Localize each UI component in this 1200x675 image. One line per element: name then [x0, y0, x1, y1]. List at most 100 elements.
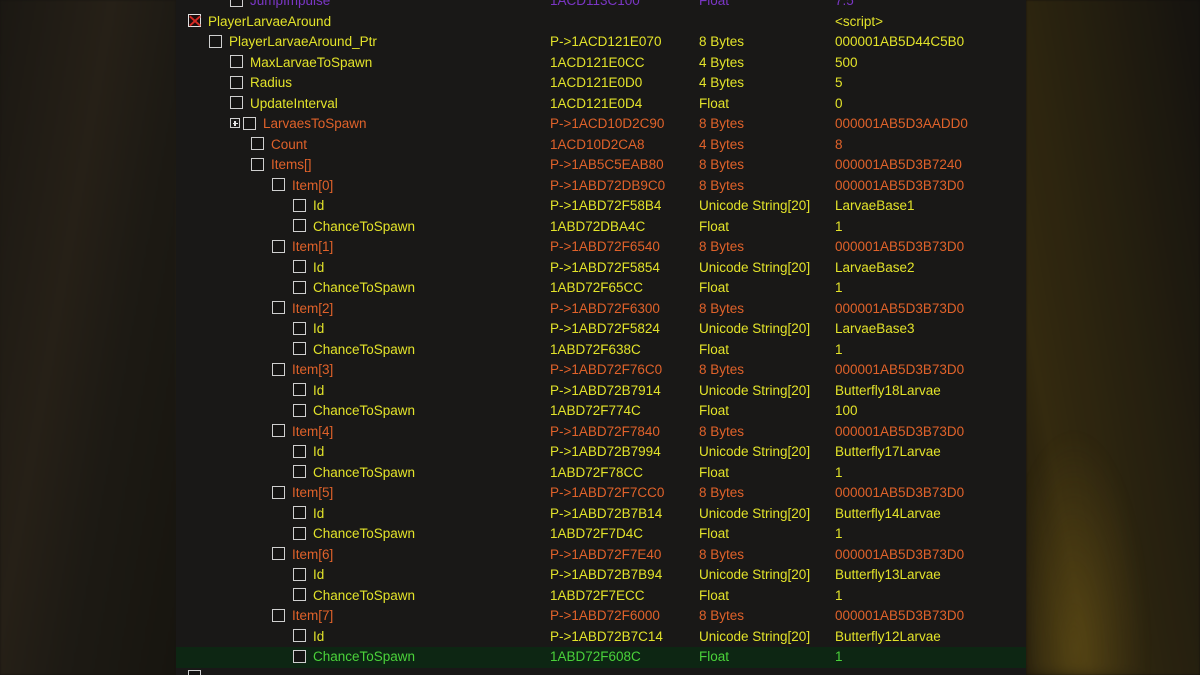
row-type[interactable]: Float	[699, 278, 729, 299]
row-address[interactable]: 1ACD121E0CC	[550, 53, 645, 74]
table-row[interactable]: Item[2]P->1ABD72F63008 Bytes000001AB5D3B…	[176, 299, 1026, 320]
checkbox-icon[interactable]	[272, 486, 285, 499]
row-value[interactable]: Butterfly17Larvae	[835, 442, 941, 463]
row-description-cell[interactable]: PlayerLarvaeAround	[176, 12, 331, 33]
table-row[interactable]: JumpImpulse1ACD113C100Float7.5	[176, 0, 1026, 12]
row-address[interactable]: P->1ACD10D2C90	[550, 114, 664, 135]
checkbox-icon[interactable]	[230, 76, 243, 89]
row-description-cell[interactable]: Item[7]	[176, 606, 333, 627]
row-description-cell[interactable]: Id	[176, 381, 324, 402]
row-type[interactable]: 4 Bytes	[699, 135, 744, 156]
row-type[interactable]: Unicode String[20]	[699, 504, 810, 525]
row-description-cell[interactable]: Id	[176, 258, 324, 279]
row-address[interactable]: P->1ABD72DB9C0	[550, 176, 665, 197]
row-value[interactable]: 000001AB5D3B73D0	[835, 606, 964, 627]
checkbox-icon[interactable]	[272, 609, 285, 622]
checkbox-icon[interactable]	[230, 0, 243, 7]
checkbox-icon[interactable]	[243, 117, 256, 130]
row-type[interactable]: 8 Bytes	[699, 176, 744, 197]
table-row[interactable]: PlayerLarvaeAround <script>	[176, 12, 1026, 33]
checkbox-icon[interactable]	[251, 137, 264, 150]
row-type[interactable]: 8 Bytes	[699, 545, 744, 566]
row-address[interactable]: P->1ABD72F76C0	[550, 360, 662, 381]
table-row[interactable]: IdP->1ABD72F5824Unicode String[20]Larvae…	[176, 319, 1026, 340]
row-address[interactable]: 1ACD10D2CA8	[550, 135, 645, 156]
row-value[interactable]: Butterfly14Larvae	[835, 504, 941, 525]
checkbox-icon[interactable]	[272, 363, 285, 376]
row-address[interactable]: P->1ABD72F7E40	[550, 545, 661, 566]
table-row[interactable]: Item[1]P->1ABD72F65408 Bytes000001AB5D3B…	[176, 237, 1026, 258]
row-address[interactable]: 1ABD72F78CC	[550, 463, 643, 484]
row-value[interactable]: 000001AB5D3B73D0	[835, 422, 964, 443]
table-row[interactable]: Item[4]P->1ABD72F78408 Bytes000001AB5D3B…	[176, 422, 1026, 443]
row-type[interactable]: Unicode String[20]	[699, 565, 810, 586]
row-description-cell[interactable]: PlayerLarvaeAround_Ptr	[176, 32, 377, 53]
table-row[interactable]: IdP->1ABD72F5854Unicode String[20]Larvae…	[176, 258, 1026, 279]
row-address[interactable]: 1ACD121E0D0	[550, 73, 642, 94]
row-description-cell[interactable]: Count	[176, 135, 307, 156]
row-address[interactable]: P->1ABD72F7CC0	[550, 483, 664, 504]
row-value[interactable]: <script>	[835, 12, 883, 33]
checkbox-icon[interactable]	[293, 322, 306, 335]
row-type[interactable]: Float	[699, 463, 729, 484]
table-row[interactable]: IdP->1ABD72B7994Unicode String[20]Butter…	[176, 442, 1026, 463]
row-value[interactable]: 0	[835, 94, 843, 115]
checkbox-icon[interactable]	[293, 404, 306, 417]
row-value[interactable]: 000001AB5D3AADD0	[835, 114, 968, 135]
table-row[interactable]: MaxLarvaeToSpawn1ACD121E0CC4 Bytes500	[176, 53, 1026, 74]
row-description-cell[interactable]: ChanceToSpawn	[176, 463, 415, 484]
row-address[interactable]: 1ABD72F65CC	[550, 278, 643, 299]
row-description-cell[interactable]: ChanceToSpawn	[176, 340, 415, 361]
checkbox-icon[interactable]	[293, 260, 306, 273]
row-address[interactable]: P->1ABD72B7B94	[550, 565, 662, 586]
table-row[interactable]: IdP->1ABD72B7B14Unicode String[20]Butter…	[176, 504, 1026, 525]
row-description-cell[interactable]: MaxLarvaeToSpawn	[176, 53, 372, 74]
row-description-cell[interactable]: ChanceToSpawn	[176, 524, 415, 545]
table-row[interactable]: IdP->1ABD72F58B4Unicode String[20]Larvae…	[176, 196, 1026, 217]
expand-plus-icon[interactable]	[230, 118, 240, 128]
row-type[interactable]: 8 Bytes	[699, 483, 744, 504]
row-value[interactable]: Butterfly12Larvae	[835, 627, 941, 648]
row-type[interactable]: 8 Bytes	[699, 360, 744, 381]
table-row[interactable]: IdP->1ABD72B7914Unicode String[20]Butter…	[176, 381, 1026, 402]
row-value[interactable]: 8	[835, 135, 843, 156]
checkbox-icon[interactable]	[272, 178, 285, 191]
row-description-cell[interactable]: ChanceToSpawn	[176, 217, 415, 238]
row-address[interactable]: 1ACD121E0D4	[550, 94, 642, 115]
row-description-cell[interactable]: Radius	[176, 73, 292, 94]
row-type[interactable]: Float	[699, 647, 729, 668]
checkbox-icon[interactable]	[293, 445, 306, 458]
row-address[interactable]: 1ABD72F608C	[550, 647, 641, 668]
checkbox-icon[interactable]	[293, 219, 306, 232]
row-value[interactable]: LarvaeBase2	[835, 258, 915, 279]
checkbox-icon[interactable]	[188, 670, 201, 675]
row-type[interactable]: 8 Bytes	[699, 606, 744, 627]
row-address[interactable]: P->1ACD121E070	[550, 32, 661, 53]
row-value[interactable]: 1	[835, 217, 843, 238]
row-description-cell[interactable]: Id	[176, 504, 324, 525]
row-type[interactable]: Float	[699, 217, 729, 238]
row-address[interactable]: P->1ABD72F5824	[550, 319, 660, 340]
row-type[interactable]: 8 Bytes	[699, 237, 744, 258]
table-row[interactable]	[176, 668, 1026, 675]
row-description-cell[interactable]	[176, 668, 208, 675]
row-value[interactable]: 000001AB5D3B7240	[835, 155, 962, 176]
row-value[interactable]: 000001AB5D44C5B0	[835, 32, 964, 53]
row-address[interactable]: P->1ABD72F6000	[550, 606, 660, 627]
table-row[interactable]: ChanceToSpawn1ABD72F7D4CFloat1	[176, 524, 1026, 545]
table-row[interactable]: Item[5]P->1ABD72F7CC08 Bytes000001AB5D3B…	[176, 483, 1026, 504]
row-address[interactable]: P->1ABD72F6300	[550, 299, 660, 320]
row-address[interactable]: P->1AB5C5EAB80	[550, 155, 664, 176]
checkbox-icon[interactable]	[272, 301, 285, 314]
row-type[interactable]: 8 Bytes	[699, 114, 744, 135]
row-type[interactable]: 4 Bytes	[699, 73, 744, 94]
checkbox-icon[interactable]	[293, 199, 306, 212]
row-description-cell[interactable]: ChanceToSpawn	[176, 278, 415, 299]
checkbox-icon[interactable]	[209, 35, 222, 48]
row-description-cell[interactable]: Id	[176, 442, 324, 463]
row-description-cell[interactable]: ChanceToSpawn	[176, 401, 415, 422]
table-row[interactable]: ChanceToSpawn1ABD72F638CFloat1	[176, 340, 1026, 361]
row-value[interactable]: 1	[835, 278, 843, 299]
row-value[interactable]: 500	[835, 53, 858, 74]
row-value[interactable]: 5	[835, 73, 843, 94]
